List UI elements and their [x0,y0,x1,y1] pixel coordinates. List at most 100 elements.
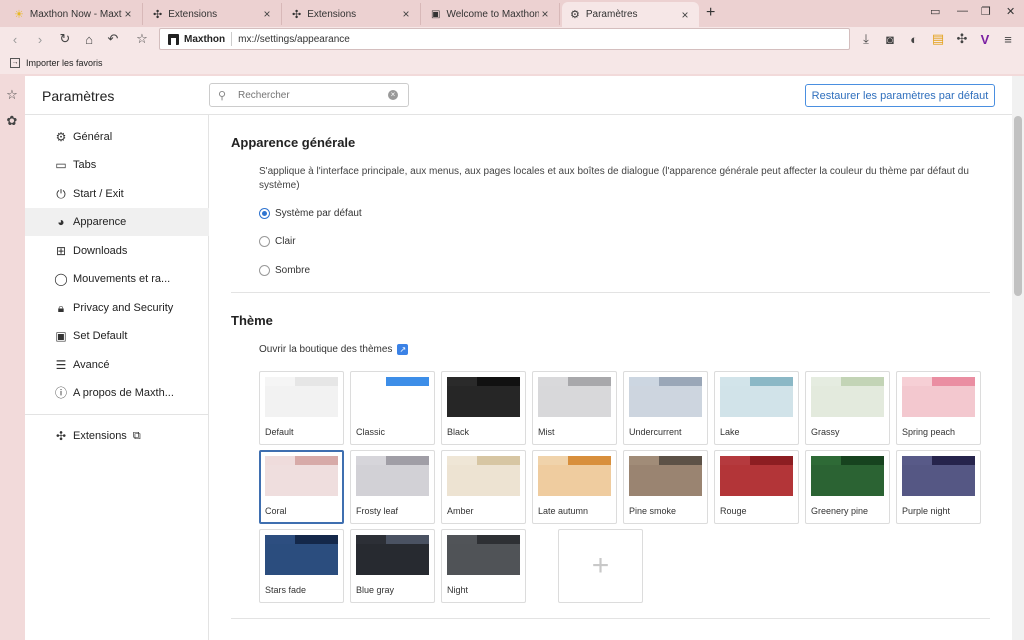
theme-preview-tab [265,456,295,465]
theme-preview [811,377,884,417]
browser-icon: ▣ [55,329,67,343]
restore-defaults-button[interactable]: Restaurer les paramètres par défaut [805,84,995,107]
theme-preview-body [447,465,520,496]
theme-shop-link[interactable]: Ouvrir la boutique des thèmes ↗ [259,344,409,355]
tab-list-icon[interactable]: ▭ [930,5,940,18]
theme-card[interactable]: Black [441,371,526,445]
theme-preview-tab [811,456,841,465]
theme-card[interactable]: Night [441,529,526,603]
nav-item-privacy[interactable]: 🔒︎ Privacy and Security [25,294,209,322]
camera-icon[interactable]: ◙ [881,30,899,48]
theme-card[interactable]: Default [259,371,344,445]
back-button[interactable]: ‹ [6,30,24,48]
undo-close-button[interactable]: ↶ [104,30,122,48]
url-text[interactable]: mx://settings/appearance [238,34,350,45]
theme-card[interactable]: Purple night [896,450,981,524]
theme-card[interactable]: Coral [259,450,344,524]
browser-tab[interactable]: ✣ Extensions × [145,3,282,25]
theme-card[interactable]: Stars fade [259,529,344,603]
power-icon: ⏻ [56,187,66,201]
theme-card[interactable]: Amber [441,450,526,524]
star-icon[interactable]: ☆ [4,87,20,103]
radio-dark[interactable]: Sombre [259,265,310,276]
puzzle-icon: ✣ [292,8,302,21]
nav-item-extensions[interactable]: ✣ Extensions ⧉ [25,422,209,450]
download-icon[interactable]: ⤓ [857,30,875,48]
theme-preview-tab [356,535,386,544]
close-icon[interactable]: × [122,7,134,21]
theme-preview-tab [902,377,932,386]
radio-button[interactable] [259,208,270,219]
close-icon[interactable]: × [261,7,273,21]
theme-card[interactable]: Rouge [714,450,799,524]
vpn-icon[interactable]: V [976,30,994,48]
night-mode-icon[interactable]: ◐ [905,30,923,48]
nav-item-general[interactable]: ⚙ Général [25,123,209,151]
radio-label: Système par défaut [275,208,362,219]
browser-tab[interactable]: ☀ Maxthon Now - Maxtho × [6,3,143,25]
theme-label: Night [447,585,469,595]
menu-icon[interactable]: ≡ [999,30,1017,48]
theme-card[interactable]: Lake [714,371,799,445]
search-box[interactable]: ⚲ × [209,83,409,107]
infobox-icon[interactable]: ✿ [4,113,20,129]
add-theme-button[interactable]: + [558,529,643,603]
radio-system-default[interactable]: Système par défaut [259,208,362,219]
radio-button[interactable] [259,236,270,247]
forward-button[interactable]: › [31,30,49,48]
theme-label: Lake [720,427,740,437]
clear-icon[interactable]: × [388,90,398,100]
scrollbar-thumb[interactable] [1014,116,1022,296]
nav-item-about[interactable]: ⓘ A propos de Maxth... [25,379,209,407]
close-window-button[interactable]: ✕ [1006,5,1015,18]
theme-card[interactable]: Pine smoke [623,450,708,524]
reload-button[interactable]: ↻ [56,30,74,48]
theme-preview [720,377,793,417]
new-tab-button[interactable]: + [706,4,715,22]
radio-light[interactable]: Clair [259,236,296,247]
theme-preview [902,377,975,417]
search-input[interactable] [238,89,388,101]
home-button[interactable]: ⌂ [80,30,98,48]
mouse-icon: ◯ [54,272,68,286]
nav-item-advanced[interactable]: ☰ Avancé [25,351,209,379]
restore-window-button[interactable]: ❐ [981,5,991,18]
theme-card[interactable]: Spring peach [896,371,981,445]
nav-item-start-exit[interactable]: ⏻ Start / Exit [25,180,209,208]
import-bookmarks-link[interactable]: Importer les favoris [26,58,103,68]
nav-item-tabs[interactable]: ▭ Tabs [25,151,209,179]
theme-card[interactable]: Grassy [805,371,890,445]
browser-tab-active[interactable]: ⚙ Paramètres × [562,2,699,27]
nav-item-set-default[interactable]: ▣ Set Default [25,322,209,350]
extensions-icon[interactable]: ✣ [953,30,971,48]
theme-card[interactable]: Blue gray [350,529,435,603]
star-icon[interactable]: ☆ [133,30,151,48]
tab-title: Extensions [307,8,357,20]
radio-button[interactable] [259,265,270,276]
theme-card[interactable]: Mist [532,371,617,445]
puzzle-icon: ✣ [55,429,67,443]
theme-card[interactable]: Frosty leaf [350,450,435,524]
theme-label: Classic [356,427,386,437]
nav-item-appearance[interactable]: ◕ Apparence [25,208,209,236]
nav-item-mouse-gestures[interactable]: ◯ Mouvements et ra... [25,265,209,293]
gear-icon: ⚙ [55,130,67,144]
theme-preview-body [447,544,520,575]
theme-card[interactable]: Undercurrent [623,371,708,445]
radio-label: Sombre [275,265,311,276]
address-bar[interactable]: Maxthon mx://settings/appearance [159,28,850,50]
theme-card[interactable]: Late autumn [532,450,617,524]
browser-tab[interactable]: ✣ Extensions × [284,3,421,25]
close-icon[interactable]: × [400,7,412,21]
theme-card[interactable]: Classic [350,371,435,445]
nav-item-downloads[interactable]: ⊞ Downloads [25,237,209,265]
scrollbar[interactable] [1012,76,1024,640]
notes-icon[interactable]: ▤ [929,30,947,48]
close-icon[interactable]: × [679,8,691,22]
browser-tab[interactable]: ▣ Welcome to Maxthon Br × [423,3,560,25]
minimize-button[interactable]: — [957,5,968,17]
theme-preview [538,377,611,417]
tab-title: Maxthon Now - Maxtho [29,8,122,20]
close-icon[interactable]: × [539,7,551,21]
theme-card[interactable]: Greenery pine [805,450,890,524]
